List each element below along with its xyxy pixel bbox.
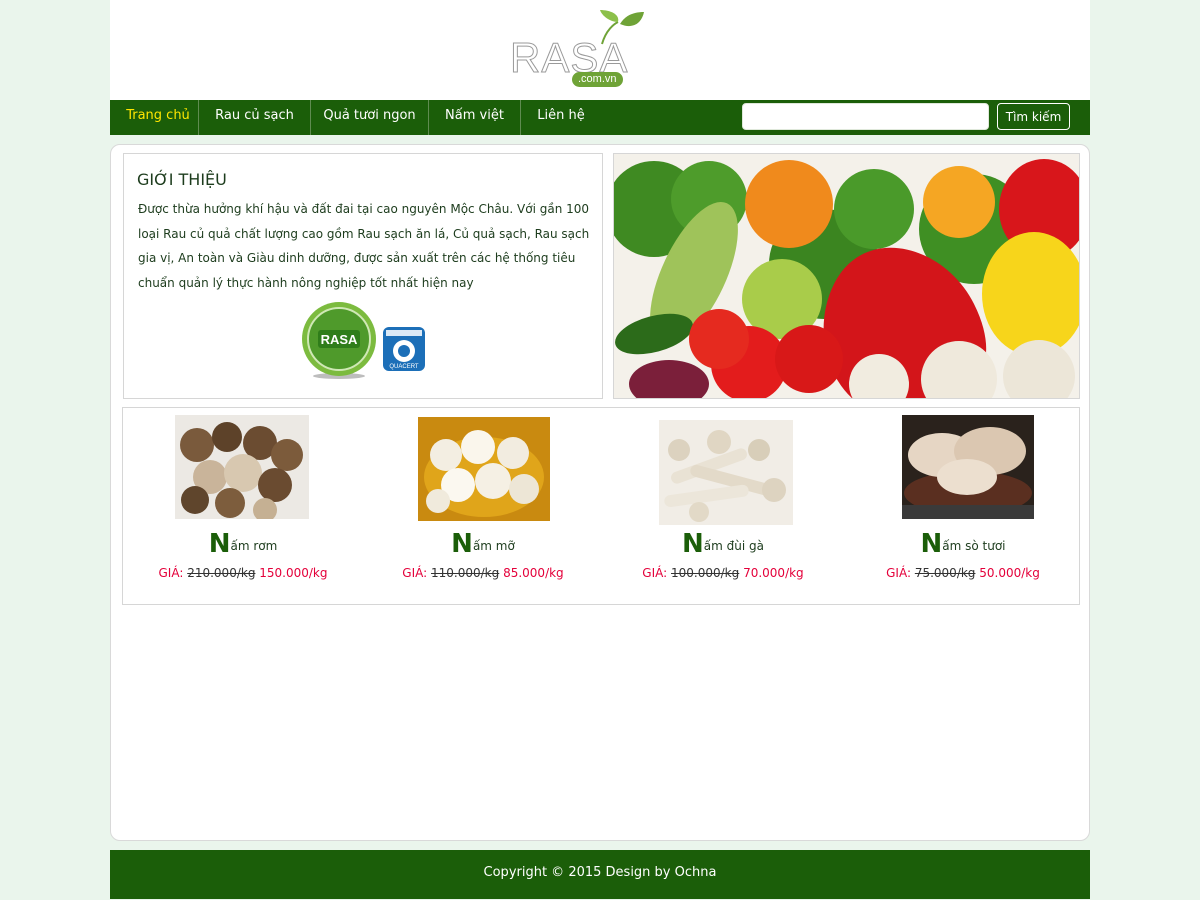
rasa-badge: RASA [302, 302, 376, 379]
product-image-straw-mushroom[interactable] [175, 415, 309, 519]
old-price: 100.000/kg [671, 566, 740, 580]
new-price: 50.000/kg [979, 566, 1040, 580]
rasa-badge-text: RASA [321, 332, 358, 347]
new-price: 150.000/kg [259, 566, 328, 580]
logo-domain: .com.vn [572, 72, 623, 87]
copyright-text: Copyright © 2015 Design by Ochna [483, 865, 717, 880]
intro-text: Được thừa hưởng khí hậu và đất đai tại c… [138, 202, 590, 290]
product-card[interactable]: Nấm rơm GIÁ: 210.000/kg 150.000/kg [123, 408, 363, 606]
search-input[interactable] [742, 103, 989, 130]
quacert-badge-text: QUACERT [389, 364, 419, 370]
product-name[interactable]: Nấm đùi gà [603, 529, 843, 559]
product-card[interactable]: Nấm sò tươi GIÁ: 75.000/kg 50.000/kg [843, 408, 1083, 606]
product-price: GIÁ: 75.000/kg 50.000/kg [886, 566, 1040, 580]
product-name[interactable]: Nấm mỡ [363, 529, 603, 559]
product-image-oyster-mushroom[interactable] [902, 415, 1034, 519]
new-price: 85.000/kg [503, 566, 564, 580]
product-name[interactable]: Nấm rơm [123, 529, 363, 559]
nav-item-home[interactable]: Trang chủ [116, 100, 200, 135]
product-price: GIÁ: 210.000/kg 150.000/kg [158, 566, 328, 580]
vegetables-banner-image [613, 153, 1080, 399]
logo[interactable]: RASA .com.vn [509, 10, 650, 90]
intro-panel: GIỚI THIỆU Được thừa hưởng khí hậu và đấ… [123, 153, 603, 399]
product-image-button-mushroom[interactable] [418, 417, 550, 521]
page: RASA .com.vn Trang chủ Rau củ sạch Quả t… [110, 0, 1090, 900]
header: RASA .com.vn [110, 0, 1090, 100]
quacert-badge: QUACERT [383, 327, 425, 371]
product-price: GIÁ: 100.000/kg 70.000/kg [642, 566, 804, 580]
product-list: Nấm rơm GIÁ: 210.000/kg 150.000/kg Nấm m… [122, 407, 1080, 605]
old-price: 110.000/kg [431, 566, 500, 580]
nav-item-fruits[interactable]: Quả tươi ngon [311, 100, 428, 135]
new-price: 70.000/kg [743, 566, 804, 580]
product-card[interactable]: Nấm mỡ GIÁ: 110.000/kg 85.000/kg [363, 408, 603, 606]
main-nav: Trang chủ Rau củ sạch Quả tươi ngon Nấm … [110, 100, 1090, 135]
product-name[interactable]: Nấm sò tươi [843, 529, 1083, 559]
nav-item-mushrooms[interactable]: Nấm việt [429, 100, 520, 135]
product-image-king-oyster-mushroom[interactable] [659, 420, 793, 525]
footer: Copyright © 2015 Design by Ochna [110, 850, 1090, 899]
old-price: 210.000/kg [187, 566, 256, 580]
intro-title: GIỚI THIỆU [137, 170, 227, 189]
old-price: 75.000/kg [914, 566, 976, 580]
product-price: GIÁ: 110.000/kg 85.000/kg [402, 566, 564, 580]
nav-item-contact[interactable]: Liên hệ [521, 100, 601, 135]
main-content: GIỚI THIỆU Được thừa hưởng khí hậu và đấ… [110, 144, 1090, 841]
search-button[interactable]: Tìm kiếm [997, 103, 1070, 130]
product-card[interactable]: Nấm đùi gà GIÁ: 100.000/kg 70.000/kg [603, 408, 843, 606]
nav-item-vegetables[interactable]: Rau củ sạch [199, 100, 310, 135]
